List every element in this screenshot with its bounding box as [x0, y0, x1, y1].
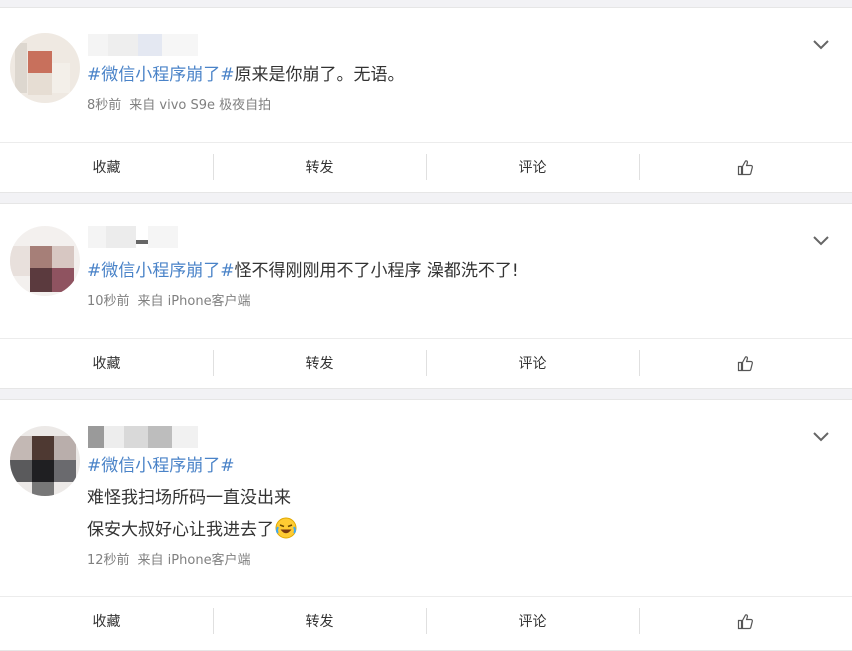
post-text: #微信小程序崩了#怪不得刚刚用不了小程序 澡都洗不了! [87, 261, 519, 281]
post-time[interactable]: 10秒前 [87, 294, 130, 309]
username[interactable] [88, 426, 198, 448]
chevron-down-icon[interactable] [812, 431, 830, 443]
post-text-line: 保安大叔好心让我进去了 [87, 517, 297, 542]
username[interactable] [88, 226, 178, 248]
comment-button[interactable]: 评论 [426, 339, 639, 387]
repost-button[interactable]: 转发 [213, 143, 426, 191]
thumbs-up-icon [737, 159, 753, 175]
avatar[interactable] [10, 426, 80, 496]
post-card: #微信小程序崩了#原来是你崩了。无语。 8秒前 来自 vivo S9e 极夜自拍 … [0, 7, 852, 193]
post-card: #微信小程序崩了#怪不得刚刚用不了小程序 澡都洗不了! 10秒前 来自 iPhon… [0, 203, 852, 389]
like-button[interactable] [639, 143, 852, 191]
post-time[interactable]: 8秒前 [87, 98, 121, 113]
comment-button[interactable]: 评论 [426, 143, 639, 191]
chevron-down-icon[interactable] [812, 39, 830, 51]
action-bar: 收藏 转发 评论 [0, 596, 852, 645]
chevron-down-icon[interactable] [812, 235, 830, 247]
post-text: #微信小程序崩了# [87, 454, 235, 478]
post-source: 来自 iPhone客户端 [137, 553, 251, 568]
comment-button[interactable]: 评论 [426, 597, 639, 645]
post-meta: 10秒前 来自 iPhone客户端 [87, 293, 259, 311]
topic-link[interactable]: #微信小程序崩了# [87, 65, 235, 85]
laughing-crying-emoji [275, 517, 297, 539]
post-text-line: 难怪我扫场所码一直没出来 [87, 488, 291, 508]
like-button[interactable] [639, 339, 852, 387]
post-meta: 12秒前 来自 iPhone客户端 [87, 552, 259, 570]
thumbs-up-icon [737, 613, 753, 629]
post-text: #微信小程序崩了#原来是你崩了。无语。 [87, 65, 405, 85]
post-meta: 8秒前 来自 vivo S9e 极夜自拍 [87, 97, 279, 115]
post-card: #微信小程序崩了# 难怪我扫场所码一直没出来 保安大叔好心让我进去了 12秒前来… [0, 399, 852, 651]
favorite-button[interactable]: 收藏 [0, 143, 213, 191]
avatar[interactable] [10, 33, 80, 103]
action-bar: 收藏 转发 评论 [0, 338, 852, 387]
username[interactable] [88, 34, 198, 56]
post-time[interactable]: 12秒前 [87, 553, 130, 568]
post-source: 来自 iPhone客户端 [137, 294, 251, 309]
post-source: 来自 vivo S9e 极夜自拍 [129, 98, 272, 113]
favorite-button[interactable]: 收藏 [0, 339, 213, 387]
thumbs-up-icon [737, 355, 753, 371]
action-bar: 收藏 转发 评论 [0, 142, 852, 191]
like-button[interactable] [639, 597, 852, 645]
topic-link[interactable]: #微信小程序崩了# [87, 261, 235, 281]
topic-link[interactable]: #微信小程序崩了# [87, 456, 235, 476]
favorite-button[interactable]: 收藏 [0, 597, 213, 645]
repost-button[interactable]: 转发 [213, 339, 426, 387]
repost-button[interactable]: 转发 [213, 597, 426, 645]
avatar[interactable] [10, 226, 80, 296]
